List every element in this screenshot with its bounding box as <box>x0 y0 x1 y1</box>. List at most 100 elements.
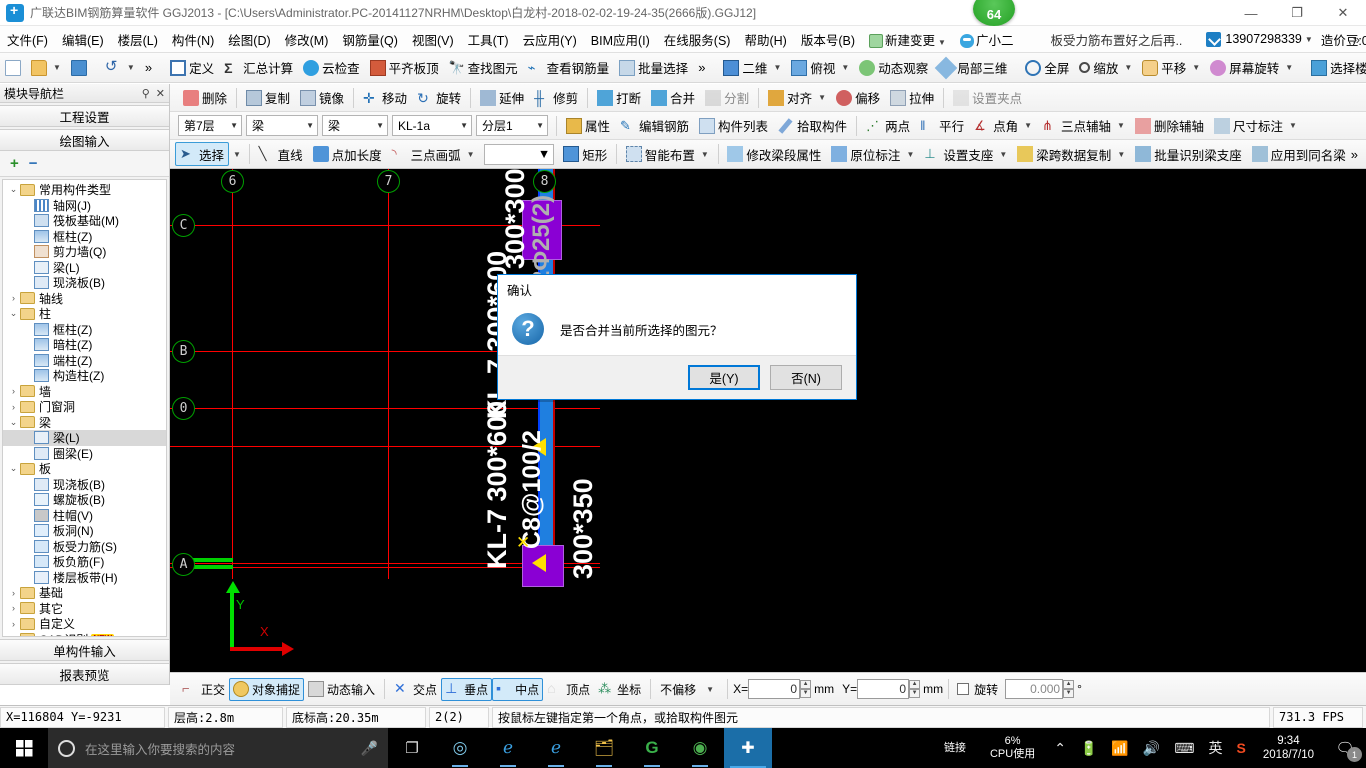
start-button[interactable] <box>0 728 48 768</box>
break-button[interactable]: 打断 <box>592 86 646 110</box>
taskbar-app-edge-2[interactable]: ℯ <box>532 728 580 768</box>
task-view-button[interactable]: ❐ <box>388 728 436 768</box>
menu-tools[interactable]: 工具(T) <box>461 27 516 52</box>
new-file-button[interactable] <box>0 56 26 80</box>
notice-text[interactable]: 板受力筋布置好之后再.. <box>1050 30 1182 49</box>
draw-toolbar-overflow[interactable]: » <box>1351 147 1358 162</box>
menu-overflow-icon[interactable]: » <box>1353 32 1360 47</box>
trim-button[interactable]: ╫ 修剪 <box>529 86 583 110</box>
set-support-button[interactable]: ⊥ 设置支座 ▼ <box>919 142 1012 166</box>
tree-item-17[interactable]: 圈梁(E) <box>3 446 166 462</box>
menu-modify[interactable]: 修改(M) <box>278 27 336 52</box>
axis-bubble-0[interactable]: 0 <box>172 397 195 420</box>
chevron-right-icon[interactable]: › <box>7 603 20 613</box>
tree-item-6[interactable]: 现浇板(B) <box>3 275 166 291</box>
property-button[interactable]: 属性 <box>561 114 615 138</box>
tree-item-2[interactable]: 筏板基础(M) <box>3 213 166 229</box>
tree-item-12[interactable]: 构造柱(Z) <box>3 368 166 384</box>
view-rebar-button[interactable]: ⌁ 查看钢筋量 <box>523 56 615 80</box>
taskbar-app-explorer[interactable]: 🗂 <box>580 728 628 768</box>
maximize-button[interactable]: ❐ <box>1274 0 1320 26</box>
pin-icon[interactable]: ⚲ <box>142 87 150 100</box>
tree-item-8[interactable]: ⌄ 柱 <box>3 306 166 322</box>
open-file-button[interactable]: ▼ <box>26 56 66 80</box>
three-point-axis-button[interactable]: ⋔ 三点辅轴 ▼ <box>1037 114 1130 138</box>
apply-same-beam-button[interactable]: 应用到同名梁 <box>1247 142 1351 166</box>
move-button[interactable]: ✛ 移动 <box>358 86 412 110</box>
offset-mode-select[interactable]: 不偏移 ▼ <box>656 681 722 698</box>
menu-floor[interactable]: 楼层(L) <box>111 27 165 52</box>
menu-edit[interactable]: 编辑(E) <box>55 27 111 52</box>
ime-indicator[interactable]: 英 <box>1208 738 1222 758</box>
member-list-button[interactable]: 构件列表 <box>694 114 773 138</box>
chevron-right-icon[interactable]: › <box>7 402 20 412</box>
2d-view-button[interactable]: 二维 ▼ <box>718 56 786 80</box>
floor-select[interactable]: 第7层 ▼ <box>178 115 242 136</box>
tree-item-23[interactable]: 板受力筋(S) <box>3 539 166 555</box>
find-element-button[interactable]: 🔭 查找图元 <box>444 56 523 80</box>
toolbar-overflow-2[interactable]: » <box>693 56 710 80</box>
close-icon[interactable]: ✕ <box>156 87 165 100</box>
chevron-down-icon[interactable]: ⌄ <box>7 417 20 428</box>
axis-bubble-B[interactable]: B <box>172 340 195 363</box>
menu-view[interactable]: 视图(V) <box>405 27 461 52</box>
taskbar-app-ggj[interactable]: ✚ <box>724 728 772 768</box>
volume-icon[interactable]: 🔊 <box>1143 740 1160 757</box>
cad-drawing-area[interactable]: Y X 6 7 8 C B 0 A 300*300 2Φ25(2) KL-7 3… <box>170 169 1366 672</box>
point-angle-axis-button[interactable]: ∡ 点角 ▼ <box>969 114 1037 138</box>
snap-perpendicular[interactable]: ⊥ 垂点 <box>441 677 493 701</box>
remove-member-icon[interactable]: − <box>29 155 38 172</box>
x-input[interactable]: 0 <box>748 679 801 699</box>
rectangle-button[interactable]: 矩形 <box>558 142 612 166</box>
chevron-right-icon[interactable]: › <box>7 619 20 629</box>
fullscreen-button[interactable]: 全屏 <box>1020 56 1074 80</box>
chevron-down-icon[interactable]: ⌄ <box>7 184 20 195</box>
taskbar-app-chrome[interactable]: ◉ <box>676 728 724 768</box>
cloud-check-button[interactable]: 云检查 <box>298 56 365 80</box>
sogou-icon[interactable]: S <box>1236 740 1245 756</box>
menu-help[interactable]: 帮助(H) <box>737 27 793 52</box>
define-button[interactable]: 定义 <box>165 56 219 80</box>
add-member-icon[interactable]: + <box>10 155 19 172</box>
assistant-button[interactable]: 广小二 <box>953 27 1021 52</box>
chevron-right-icon[interactable]: › <box>7 588 20 598</box>
snap-vertex[interactable]: ⌂ 顶点 <box>543 678 594 701</box>
modify-beam-segment-button[interactable]: 修改梁段属性 <box>722 142 826 166</box>
action-center-button[interactable]: 🗨 1 <box>1324 728 1366 768</box>
snap-midpoint[interactable]: ▪ 中点 <box>492 677 544 701</box>
taskbar-app-edge[interactable]: ℯ <box>484 728 532 768</box>
delete-axis-button[interactable]: 删除辅轴 <box>1130 114 1209 138</box>
taskbar-app-glodon[interactable]: G <box>628 728 676 768</box>
tree-item-22[interactable]: 板洞(N) <box>3 523 166 539</box>
nav-bar-draw-input[interactable]: 绘图输入 <box>0 129 169 151</box>
rotate-checkbox[interactable] <box>957 683 970 695</box>
two-point-axis-button[interactable]: ⋰ 两点 <box>861 114 915 138</box>
tree-item-7[interactable]: › 轴线 <box>3 291 166 307</box>
new-change-button[interactable]: 新建变更 ▼ <box>862 27 953 52</box>
microphone-icon[interactable]: 🎤 <box>361 740 378 757</box>
snap-intersection[interactable]: ✕ 交点 <box>390 678 441 701</box>
local-3d-button[interactable]: 局部三维 <box>933 56 1012 80</box>
undo-button[interactable]: ↺ ▼ <box>100 56 140 80</box>
axis-bubble-7[interactable]: 7 <box>377 170 400 193</box>
chevron-down-icon[interactable]: ⌄ <box>7 463 20 474</box>
y-spinner[interactable]: ▲ ▼ <box>909 680 921 698</box>
align-button[interactable]: 对齐 ▼ <box>763 86 831 110</box>
three-point-arc-button[interactable]: ◝ 三点画弧 ▼ <box>387 142 480 166</box>
nav-bar-report-preview[interactable]: 报表预览 <box>0 663 169 685</box>
smart-layout-button[interactable]: 智能布置 ▼ <box>621 142 714 166</box>
orbit-button[interactable]: 动态观察 <box>854 56 933 80</box>
pan-button[interactable]: 平移 ▼ <box>1137 56 1205 80</box>
summary-calc-button[interactable]: Σ 汇总计算 <box>219 56 298 80</box>
dialog-no-button[interactable]: 否(N) <box>770 365 842 390</box>
tree-item-5[interactable]: 梁(L) <box>3 260 166 276</box>
layer-select[interactable]: 分层1 ▼ <box>476 115 548 136</box>
batch-recognize-support-button[interactable]: 批量识别梁支座 <box>1130 142 1247 166</box>
object-snap-toggle[interactable]: 对象捕捉 <box>229 677 305 701</box>
zoom-button[interactable]: 缩放 ▼ <box>1074 56 1137 80</box>
axis-bubble-A[interactable]: A <box>172 553 195 576</box>
parallel-axis-button[interactable]: ‖ 平行 <box>915 114 969 138</box>
line-tool-button[interactable]: ╲ 直线 <box>254 142 308 166</box>
select-tool-button[interactable]: ➤ 选择 <box>175 142 230 166</box>
keyboard-icon[interactable]: ⌨ <box>1174 740 1194 757</box>
